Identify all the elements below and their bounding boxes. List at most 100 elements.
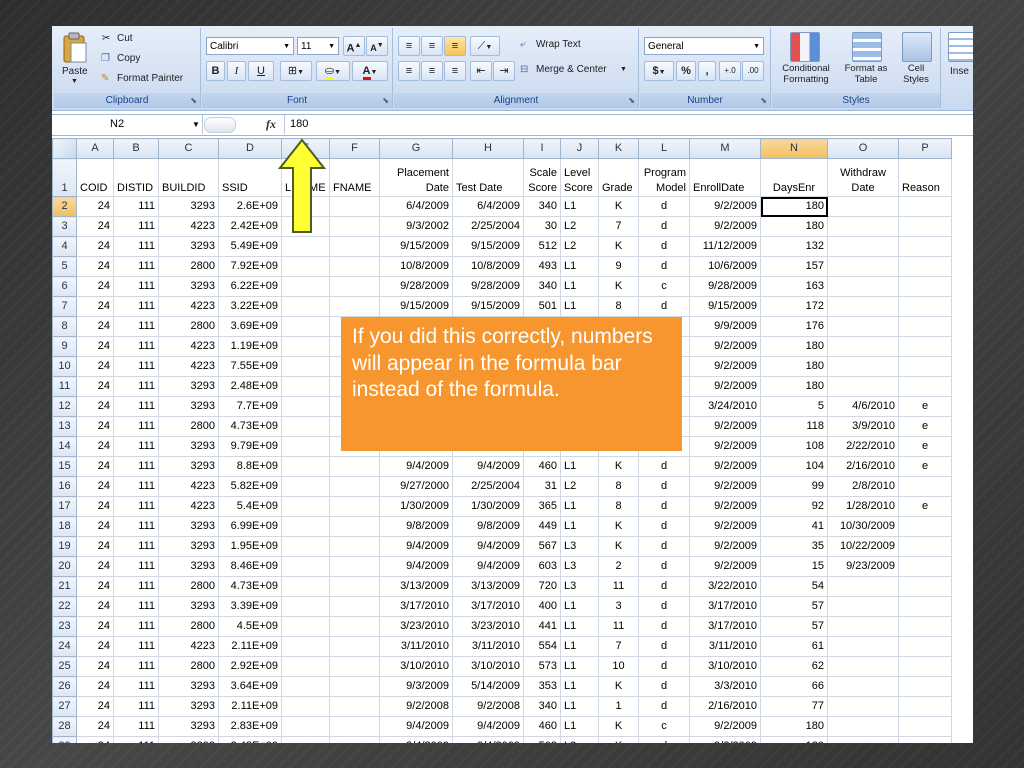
insert-function-icon[interactable]: fx [266,117,276,132]
cell-e[interactable] [281,276,330,297]
cell-l[interactable]: d [638,576,690,597]
cell-k[interactable]: 11 [598,576,639,597]
cell-a[interactable]: 24 [76,316,114,337]
cell-i[interactable]: 30 [523,216,561,237]
cell-i[interactable]: 460 [523,716,561,737]
row-header[interactable]: 9 [52,336,77,357]
cell-h[interactable]: 5/14/2009 [452,676,524,697]
header-cell[interactable]: Level Score [560,158,599,197]
cell-a[interactable]: 24 [76,396,114,417]
cell-d[interactable]: 7.92E+09 [218,256,282,277]
cell-i[interactable]: 512 [523,236,561,257]
cell-i[interactable]: 460 [523,456,561,477]
cell-m[interactable]: 9/2/2009 [689,436,761,457]
cell-o[interactable] [827,256,899,277]
cell-o[interactable]: 10/22/2009 [827,536,899,557]
cell-f[interactable] [329,636,380,657]
cell-c[interactable]: 4223 [158,216,219,237]
cell-m[interactable]: 9/2/2009 [689,716,761,737]
cut-button[interactable]: Cut [117,33,133,44]
fill-color-button[interactable]: ⛀▼ [316,61,350,81]
row-header[interactable]: 21 [52,576,77,597]
cell-d[interactable]: 7.7E+09 [218,396,282,417]
cell-e[interactable] [281,436,330,457]
cell-e[interactable] [281,536,330,557]
cell-h[interactable]: 3/10/2010 [452,656,524,677]
cell-j[interactable]: L1 [560,716,599,737]
cell-c[interactable]: 3293 [158,516,219,537]
cell-n[interactable]: 57 [760,616,828,637]
cell-i[interactable]: 441 [523,616,561,637]
cell-e[interactable] [281,676,330,697]
cell-o[interactable]: 9/23/2009 [827,556,899,577]
column-header[interactable]: P [898,138,952,159]
cell-o[interactable] [827,296,899,317]
cell-j[interactable]: L2 [560,476,599,497]
cell-m[interactable]: 3/22/2010 [689,576,761,597]
cell-a[interactable]: 24 [76,276,114,297]
cell-h[interactable]: 1/30/2009 [452,496,524,517]
cell-k[interactable]: K [598,236,639,257]
cell-a[interactable]: 24 [76,216,114,237]
row-header[interactable]: 19 [52,536,77,557]
cell-c[interactable]: 4223 [158,636,219,657]
insert-cells-icon[interactable] [948,32,973,62]
cell-g[interactable]: 9/2/2008 [379,696,453,717]
cell-o[interactable] [827,376,899,397]
row-header[interactable]: 23 [52,616,77,637]
cell-l[interactable]: d [638,736,690,743]
cell-j[interactable]: L1 [560,256,599,277]
cell-h[interactable]: 3/23/2010 [452,616,524,637]
cell-k[interactable]: K [598,736,639,743]
conditional-formatting-button[interactable]: Conditional Formatting [776,63,836,85]
cell-l[interactable]: d [638,636,690,657]
cell-c[interactable]: 3293 [158,196,219,217]
cell-a[interactable]: 24 [76,196,114,217]
cell-c[interactable]: 3293 [158,716,219,737]
cell-k[interactable]: K [598,716,639,737]
cell-e[interactable] [281,336,330,357]
cell-c[interactable]: 2800 [158,256,219,277]
cell-o[interactable]: 1/28/2010 [827,496,899,517]
cell-b[interactable]: 111 [113,496,159,517]
cell-m[interactable]: 9/2/2009 [689,196,761,217]
cell-d[interactable]: 2.48E+09 [218,736,282,743]
cell-h[interactable]: 3/17/2010 [452,596,524,617]
cell-p[interactable] [898,376,952,397]
cell-g[interactable]: 9/3/2002 [379,216,453,237]
format-as-table-icon[interactable] [852,32,882,62]
column-header[interactable]: B [113,138,159,159]
cell-c[interactable]: 3293 [158,236,219,257]
column-header[interactable]: H [452,138,524,159]
cell-n[interactable]: 99 [760,476,828,497]
cell-f[interactable] [329,296,380,317]
cell-p[interactable] [898,656,952,677]
cell-o[interactable] [827,736,899,743]
cell-o[interactable]: 2/16/2010 [827,456,899,477]
cell-l[interactable]: d [638,516,690,537]
cell-m[interactable]: 9/9/2009 [689,316,761,337]
cell-m[interactable]: 2/16/2010 [689,696,761,717]
cell-b[interactable]: 111 [113,276,159,297]
cell-p[interactable] [898,576,952,597]
italic-button[interactable]: I [227,61,246,81]
cell-o[interactable] [827,696,899,717]
header-cell[interactable]: SSID [218,158,282,197]
cell-m[interactable]: 9/2/2009 [689,356,761,377]
cell-b[interactable]: 111 [113,676,159,697]
cell-c[interactable]: 3293 [158,396,219,417]
cell-e[interactable] [281,616,330,637]
increase-decimal-button[interactable]: +.0 [719,61,741,81]
cell-i[interactable]: 554 [523,636,561,657]
cell-m[interactable]: 9/2/2009 [689,516,761,537]
cell-j[interactable]: L3 [560,536,599,557]
cell-i[interactable]: 449 [523,516,561,537]
cell-d[interactable]: 6.22E+09 [218,276,282,297]
cell-n[interactable]: 172 [760,296,828,317]
cell-e[interactable] [281,236,330,257]
cell-i[interactable]: 340 [523,276,561,297]
cell-p[interactable] [898,236,952,257]
cell-g[interactable]: 3/17/2010 [379,596,453,617]
cell-k[interactable]: 1 [598,696,639,717]
cell-d[interactable]: 8.8E+09 [218,456,282,477]
